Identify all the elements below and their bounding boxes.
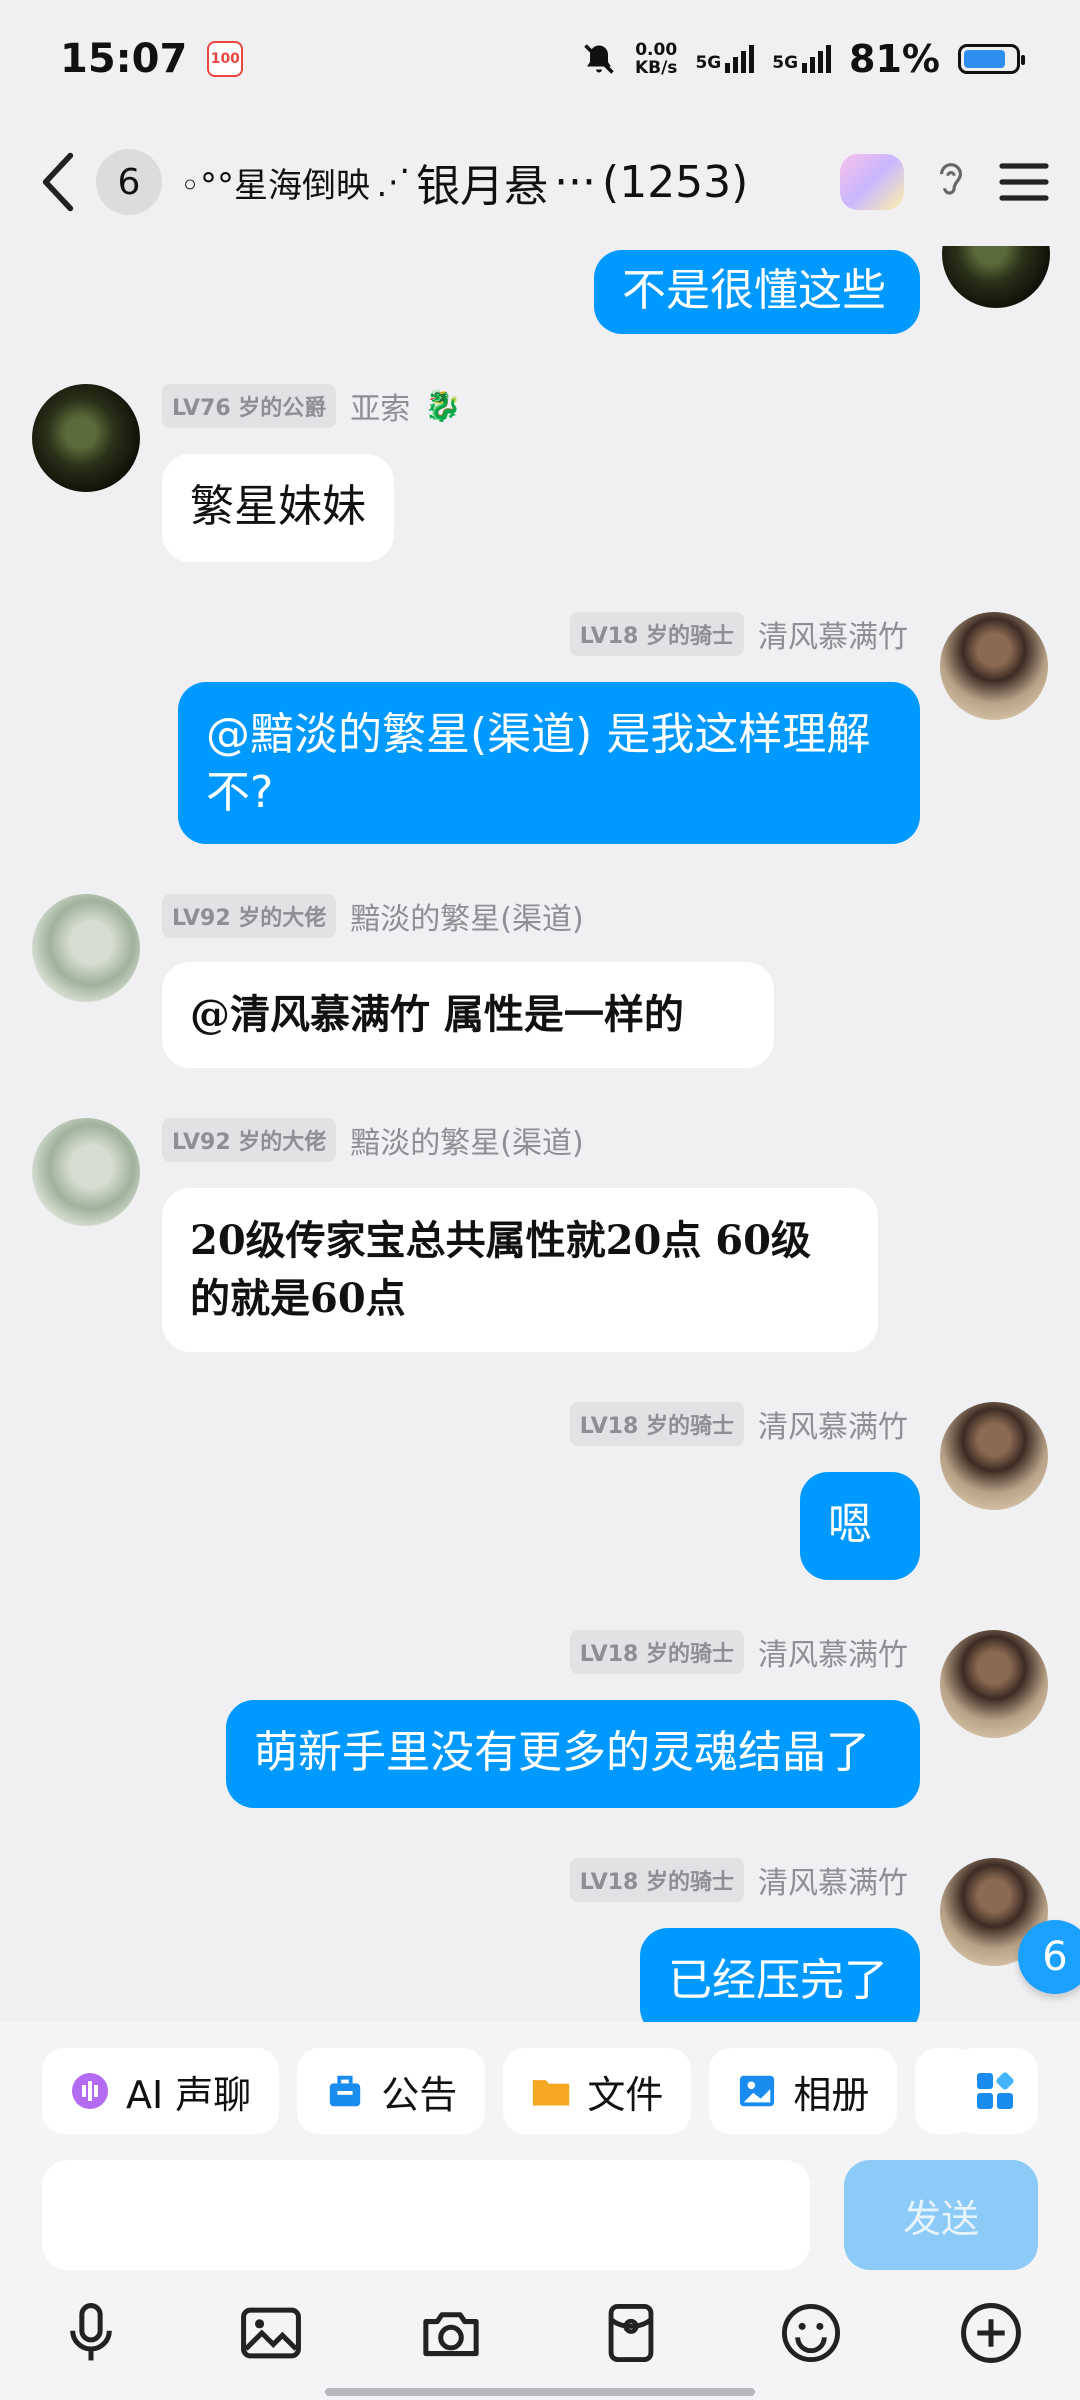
quick-album[interactable]: 相册: [709, 2048, 898, 2134]
announcement-icon: [325, 2071, 365, 2111]
sender-meta: LV18 岁的骑士 清风慕满竹: [569, 1858, 908, 1902]
unread-count-badge[interactable]: 6: [96, 149, 162, 215]
level-badge: LV18 岁的骑士: [569, 1858, 744, 1902]
avatar[interactable]: [942, 246, 1050, 308]
signal-5g-1: 5G: [695, 45, 755, 73]
avatar[interactable]: [32, 1118, 140, 1226]
sender-name[interactable]: 清风慕满竹: [758, 1858, 908, 1902]
camera-icon: [423, 2312, 479, 2357]
dragon-icon: 🐉: [424, 388, 462, 424]
quick-label: 相册: [793, 2072, 870, 2117]
album-icon: [737, 2071, 777, 2111]
level-badge: LV76 岁的公爵: [162, 384, 337, 428]
image-icon: [241, 2307, 301, 2359]
message-bubble[interactable]: @黯淡的繁星(渠道) 是我这样理解不?: [178, 682, 920, 844]
level-badge: LV92 岁的大佬: [162, 1118, 337, 1162]
bottom-toolbar: [0, 2280, 1080, 2400]
folder-icon: [531, 2071, 571, 2111]
message-bubble[interactable]: @清风慕满竹 属性是一样的: [162, 962, 774, 1068]
plus-button[interactable]: [956, 2298, 1026, 2368]
sender-meta: LV18 岁的骑士 清风慕满竹: [569, 612, 908, 656]
send-button[interactable]: 发送: [844, 2160, 1038, 2270]
apps-grid-icon: [977, 2072, 1014, 2109]
sender-name[interactable]: 亚索: [350, 384, 410, 428]
sender-name[interactable]: 黯淡的繁星(渠道): [350, 1118, 583, 1162]
title-decoration-2: ⋰: [376, 162, 411, 202]
message-bubble[interactable]: 已经压完了: [640, 1928, 920, 2022]
back-button[interactable]: [30, 142, 86, 222]
title-decoration: ◦°°星海倒映: [180, 165, 371, 206]
member-count: (1253): [602, 156, 749, 208]
sender-meta: LV92 岁的大佬 黯淡的繁星(渠道): [162, 1118, 584, 1162]
title-text: 银月悬: [416, 161, 549, 212]
input-row: 发送: [0, 2160, 1080, 2280]
battery-icon: [958, 44, 1025, 74]
emoji-icon: [781, 2303, 841, 2363]
quick-files[interactable]: 文件: [503, 2048, 692, 2134]
avatar[interactable]: [32, 894, 140, 1002]
quick-ai-voice[interactable]: AI 声聊: [42, 2048, 280, 2134]
quick-apps-button[interactable]: [952, 2048, 1038, 2134]
mute-bell-icon: [584, 44, 614, 74]
level-badge: LV18 岁的骑士: [569, 1630, 744, 1674]
message-bubble[interactable]: 不是很懂这些: [594, 250, 920, 334]
sender-name[interactable]: 黯淡的繁星(渠道): [350, 894, 583, 938]
quick-label: 公告: [381, 2072, 458, 2117]
red-packet-icon: [608, 2303, 654, 2363]
message-bubble[interactable]: 嗯: [800, 1472, 920, 1580]
ai-voice-icon: [70, 2071, 110, 2111]
image-button[interactable]: [236, 2298, 306, 2368]
avatar[interactable]: [940, 612, 1048, 720]
red-packet-button[interactable]: [596, 2298, 666, 2368]
message-bubble[interactable]: 20级传家宝总共属性就20点 60级的就是60点: [162, 1188, 878, 1352]
sender-meta: LV76 岁的公爵 亚索 🐉: [162, 384, 462, 428]
group-badge-icon[interactable]: [840, 154, 904, 210]
level-badge: LV92 岁的大佬: [162, 894, 337, 938]
menu-icon[interactable]: [998, 160, 1050, 204]
quick-label: AI 声聊: [126, 2072, 252, 2117]
group-title[interactable]: ◦°°星海倒映 ⋰ 银月悬 ··· (1253): [180, 150, 748, 214]
camera-button[interactable]: [416, 2298, 486, 2368]
status-bar: 15:07 100 0.00 KB/s 5G 5G 81%: [0, 0, 1080, 118]
chevron-left-icon: [42, 152, 74, 212]
message-list[interactable]: 不是很懂这些 LV76 岁的公爵 亚索 🐉 繁星妹妹 LV18 岁的骑士 清风慕…: [0, 246, 1080, 2022]
level-badge: LV18 岁的骑士: [569, 1402, 744, 1446]
quick-announcement[interactable]: 公告: [297, 2048, 486, 2134]
emoji-button[interactable]: [776, 2298, 846, 2368]
plus-icon: [961, 2303, 1021, 2363]
avatar[interactable]: [940, 1630, 1048, 1738]
title-ellipsis: ···: [554, 156, 597, 208]
voice-button[interactable]: [56, 2298, 126, 2368]
quick-actions-bar: AI 声聊 公告 文件 相册: [0, 2022, 1080, 2160]
sender-name[interactable]: 清风慕满竹: [758, 1630, 908, 1674]
home-indicator[interactable]: [325, 2388, 755, 2396]
signal-bars-icon: [802, 45, 832, 73]
signal-5g-2: 5G: [772, 45, 832, 73]
quick-label: 文件: [587, 2072, 664, 2117]
battery-percent: 81%: [849, 37, 940, 81]
signal-bars-icon: [725, 45, 755, 73]
network-speed: 0.00 KB/s: [634, 40, 678, 78]
sender-meta: LV18 岁的骑士 清风慕满竹: [569, 1402, 908, 1446]
avatar[interactable]: [32, 384, 140, 492]
avatar[interactable]: [940, 1402, 1048, 1510]
microphone-icon: [70, 2303, 112, 2361]
sender-name[interactable]: 清风慕满竹: [758, 1402, 908, 1446]
status-time: 15:07: [60, 36, 188, 82]
sender-meta: LV18 岁的骑士 清风慕满竹: [569, 1630, 908, 1674]
chat-header: 6 ◦°°星海倒映 ⋰ 银月悬 ··· (1253): [0, 118, 1080, 246]
level-badge: LV18 岁的骑士: [569, 612, 744, 656]
sender-name[interactable]: 清风慕满竹: [758, 612, 908, 656]
ear-icon[interactable]: [934, 160, 968, 204]
message-bubble[interactable]: 繁星妹妹: [162, 454, 394, 562]
sender-meta: LV92 岁的大佬 黯淡的繁星(渠道): [162, 894, 584, 938]
message-bubble[interactable]: 萌新手里没有更多的灵魂结晶了: [226, 1700, 920, 1808]
message-input[interactable]: [42, 2160, 810, 2270]
app-notification-icon: 100: [207, 41, 244, 77]
